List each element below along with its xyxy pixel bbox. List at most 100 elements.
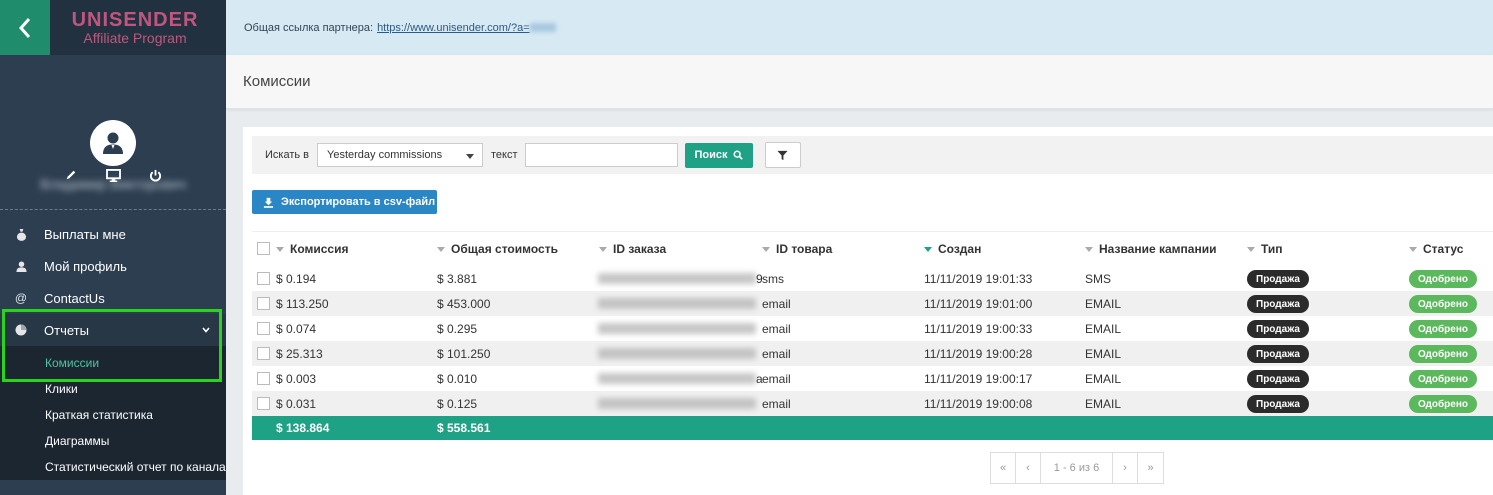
table-row[interactable]: $ 0.003 $ 0.010 a email 11/11/2019 19:00:17 E…	[252, 366, 1493, 391]
chevron-down-icon	[202, 327, 210, 333]
header-commission[interactable]: Комиссия	[276, 242, 348, 256]
header-label: Статус	[1423, 242, 1464, 256]
cell-product-id: email	[762, 296, 791, 311]
search-bar: Искать в Yesterday commissions текст Пои…	[252, 136, 1493, 174]
cell-campaign: EMAIL	[1085, 371, 1122, 386]
status-badge: Одобрено	[1409, 295, 1477, 313]
sidebar-item-payouts[interactable]: Выплаты мне	[0, 218, 226, 250]
cell-created: 11/11/2019 19:00:17	[924, 371, 1033, 386]
search-button-label: Поиск	[694, 149, 728, 161]
cell-commission: $ 0.003	[276, 371, 317, 386]
cell-product-id: email	[762, 346, 791, 361]
commissions-table: Комиссия Общая стоимость ID заказа ID то…	[252, 231, 1493, 440]
type-badge: Продажа	[1247, 320, 1309, 338]
submenu-item-brief-stats[interactable]: Краткая статистика	[0, 402, 226, 428]
search-button[interactable]: Поиск	[684, 142, 753, 168]
power-icon[interactable]	[147, 167, 163, 183]
cell-commission: $ 0.194	[276, 271, 317, 286]
header-campaign[interactable]: Название кампании	[1085, 242, 1216, 256]
sort-icon	[762, 247, 770, 253]
sidebar-item-contactus[interactable]: @ ContactUs	[0, 282, 226, 314]
sidebar-item-label: Выплаты мне	[44, 226, 126, 242]
row-checkbox[interactable]	[257, 372, 270, 385]
cell-created: 11/11/2019 19:00:28	[924, 346, 1033, 361]
status-badge: Одобрено	[1409, 345, 1477, 363]
logo: UNISENDER Affiliate Program	[50, 0, 226, 55]
partner-link-label: Общая ссылка партнера:	[244, 21, 374, 34]
avatar[interactable]	[90, 120, 136, 166]
table-row[interactable]: $ 0.194 $ 3.881 9 sms 11/11/2019 19:01:33 SMS…	[252, 266, 1493, 291]
cell-created: 11/11/2019 19:01:00	[924, 296, 1033, 311]
sort-icon	[437, 247, 445, 253]
total-commission: $ 138.864	[276, 421, 330, 435]
header-label: Название кампании	[1099, 242, 1217, 256]
type-badge: Продажа	[1247, 270, 1309, 288]
status-badge: Одобрено	[1409, 370, 1477, 388]
text-label: текст	[491, 149, 518, 161]
sort-icon	[1247, 247, 1255, 253]
submenu-item-commissions[interactable]: Комиссии	[0, 350, 226, 376]
search-scope-value: Yesterday commissions	[327, 149, 443, 161]
header-total[interactable]: Общая стоимость	[437, 242, 558, 256]
search-scope-select[interactable]: Yesterday commissions	[317, 143, 484, 167]
sort-icon	[276, 247, 284, 253]
cell-campaign: EMAIL	[1085, 396, 1122, 411]
pager-prev-button[interactable]: ‹	[1016, 453, 1041, 483]
table-row[interactable]: $ 0.074 $ 0.295 email 11/11/2019 19:00:33 EM…	[252, 316, 1493, 341]
header-status[interactable]: Статус	[1409, 242, 1463, 256]
back-button[interactable]	[0, 0, 50, 55]
search-icon	[733, 150, 743, 160]
table-row[interactable]: $ 0.031 $ 0.125 email 11/11/2019 19:00:08 EM…	[252, 391, 1493, 416]
cell-total: $ 453.000	[437, 296, 491, 311]
submenu-item-diagrams[interactable]: Диаграммы	[0, 428, 226, 454]
header-label: Общая стоимость	[451, 242, 558, 256]
pencil-icon[interactable]	[63, 167, 79, 183]
header-order-id[interactable]: ID заказа	[599, 242, 666, 256]
filter-icon	[777, 150, 788, 160]
row-checkbox[interactable]	[257, 397, 270, 410]
status-badge: Одобрено	[1409, 320, 1477, 338]
profile-panel: Владимир Викторович	[0, 55, 226, 210]
user-icon	[14, 259, 28, 273]
header-label: Создан	[938, 242, 982, 256]
partner-link-bar: Общая ссылка партнера: https://www.unise…	[226, 0, 1493, 55]
sort-active-icon	[924, 247, 932, 253]
sort-icon	[599, 247, 607, 253]
search-text-input[interactable]	[524, 143, 678, 167]
pager-last-button[interactable]: »	[1138, 453, 1163, 483]
submenu-item-clicks[interactable]: Клики	[0, 376, 226, 402]
header-created[interactable]: Создан	[924, 242, 981, 256]
sort-icon	[1409, 247, 1417, 253]
cell-created: 11/11/2019 19:01:33	[924, 271, 1033, 286]
sidebar-item-label: Отчеты	[44, 322, 89, 338]
cell-product-id: email	[762, 321, 791, 336]
pager-next-button[interactable]: ›	[1113, 453, 1138, 483]
cell-created: 11/11/2019 19:00:33	[924, 321, 1033, 336]
row-checkbox[interactable]	[257, 322, 270, 335]
table-row[interactable]: $ 25.313 $ 101.250 email 11/11/2019 19:00:2…	[252, 341, 1493, 366]
cell-product-id: email	[762, 396, 791, 411]
select-all-checkbox[interactable]	[257, 242, 270, 255]
submenu-item-channel-report[interactable]: Статистический отчет по каналам	[0, 454, 226, 480]
table-row[interactable]: $ 113.250 $ 453.000 email 11/11/2019 19:01:…	[252, 291, 1493, 316]
header-label: Комиссия	[290, 242, 349, 256]
row-checkbox[interactable]	[257, 347, 270, 360]
cell-commission: $ 0.074	[276, 321, 317, 336]
row-checkbox[interactable]	[257, 297, 270, 310]
header-type[interactable]: Тип	[1247, 242, 1283, 256]
filter-button[interactable]	[764, 142, 801, 168]
export-csv-button[interactable]: Экспортировать в csv-файл	[252, 190, 437, 214]
sidebar-item-profile[interactable]: Мой профиль	[0, 250, 226, 282]
header-product-id[interactable]: ID товара	[762, 242, 832, 256]
row-checkbox[interactable]	[257, 272, 270, 285]
pager-first-button[interactable]: «	[991, 453, 1016, 483]
logo-main: UNISENDER	[71, 8, 199, 31]
monitor-icon[interactable]	[105, 167, 121, 183]
sidebar-item-reports[interactable]: Отчеты	[0, 314, 226, 346]
cell-order-id-redacted	[598, 373, 756, 384]
cell-campaign: EMAIL	[1085, 346, 1122, 361]
cell-order-id-redacted	[598, 273, 756, 284]
partner-link[interactable]: https://www.unisender.com/?a=	[377, 22, 530, 34]
cell-order-id-redacted	[598, 398, 756, 409]
cell-product-id: sms	[762, 271, 784, 286]
